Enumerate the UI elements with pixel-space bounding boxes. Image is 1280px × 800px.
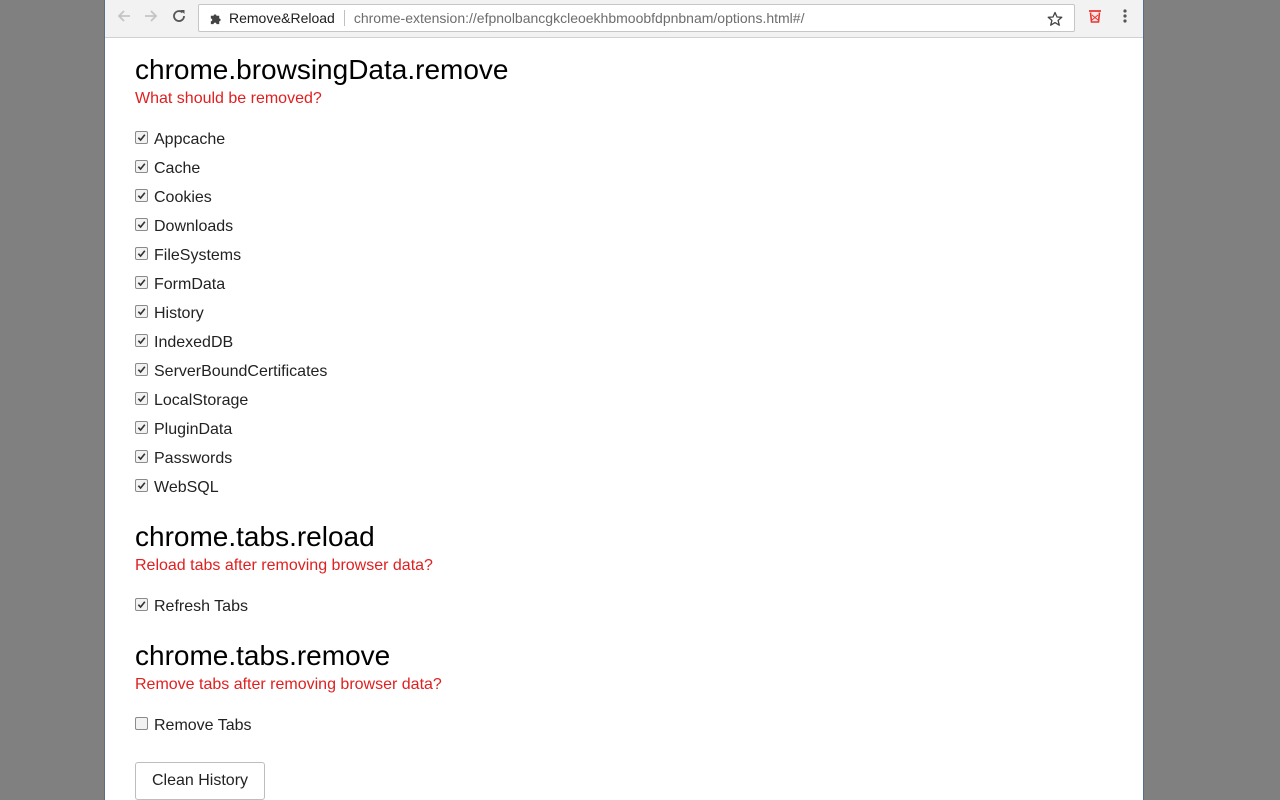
option-label: History <box>154 304 204 322</box>
browsing-data-option[interactable]: LocalStorage <box>135 386 327 415</box>
option-checkbox[interactable] <box>135 450 148 463</box>
option-label: FileSystems <box>154 246 242 264</box>
star-icon[interactable] <box>1046 10 1064 28</box>
option-label: Refresh Tabs <box>154 597 248 615</box>
refresh-tabs-checkbox[interactable] <box>135 598 148 611</box>
section-title: chrome.tabs.remove <box>135 640 391 671</box>
checkmark-icon <box>137 278 146 287</box>
section-subtitle: Remove tabs after removing browser data? <box>135 676 442 693</box>
browsing-data-option[interactable]: Appcache <box>135 125 327 154</box>
option-label: ServerBoundCertificates <box>154 362 328 380</box>
option-label: Appcache <box>154 130 226 148</box>
option-label: Downloads <box>154 217 234 235</box>
option-checkbox[interactable] <box>135 421 148 434</box>
browser-toolbar: Remove&Reload chrome-extension://efpnolb… <box>105 0 1143 38</box>
browsing-data-section: chrome.browsingData.remove What should b… <box>135 54 509 108</box>
browsing-data-option[interactable]: Passwords <box>135 444 327 473</box>
option-checkbox[interactable] <box>135 218 148 231</box>
section-subtitle: What should be removed? <box>135 90 322 107</box>
tabs-reload-section: chrome.tabs.reload Reload tabs after rem… <box>135 521 433 575</box>
checkmark-icon <box>137 600 146 609</box>
remove-tabs-option[interactable]: Remove Tabs <box>135 711 252 740</box>
option-checkbox[interactable] <box>135 392 148 405</box>
checkmark-icon <box>137 307 146 316</box>
checkmark-icon <box>137 336 146 345</box>
browsing-data-option[interactable]: FileSystems <box>135 241 327 270</box>
browsing-data-option[interactable]: Downloads <box>135 212 327 241</box>
checkmark-icon <box>137 220 146 229</box>
arrow-right-icon <box>143 8 159 29</box>
puzzle-piece-icon <box>207 10 223 26</box>
arrow-left-icon <box>116 8 132 29</box>
checkmark-icon <box>137 162 146 171</box>
browser-window: Remove&Reload chrome-extension://efpnolb… <box>104 0 1144 800</box>
option-checkbox[interactable] <box>135 247 148 260</box>
checkmark-icon <box>137 481 146 490</box>
option-label: FormData <box>154 275 226 293</box>
option-label: PluginData <box>154 420 233 438</box>
browsing-data-option[interactable]: PluginData <box>135 415 327 444</box>
browsing-data-option[interactable]: WebSQL <box>135 473 327 502</box>
option-checkbox[interactable] <box>135 131 148 144</box>
checkmark-icon <box>137 452 146 461</box>
option-label: WebSQL <box>154 478 219 496</box>
browsing-data-option[interactable]: ServerBoundCertificates <box>135 357 327 386</box>
extension-name: Remove&Reload <box>229 10 335 26</box>
option-checkbox[interactable] <box>135 479 148 492</box>
trash-bin-icon <box>1087 8 1103 29</box>
checkmark-icon <box>137 423 146 432</box>
section-subtitle: Reload tabs after removing browser data? <box>135 557 433 574</box>
option-checkbox[interactable] <box>135 189 148 202</box>
option-label: IndexedDB <box>154 333 234 351</box>
tabs-remove-section: chrome.tabs.remove Remove tabs after rem… <box>135 640 442 694</box>
option-checkbox[interactable] <box>135 305 148 318</box>
checkmark-icon <box>137 365 146 374</box>
checkmark-icon <box>137 394 146 403</box>
option-checkbox[interactable] <box>135 363 148 376</box>
browser-menu-button[interactable] <box>1116 7 1134 29</box>
browsing-data-option[interactable]: Cookies <box>135 183 327 212</box>
option-label: Remove Tabs <box>154 716 252 734</box>
reload-button[interactable] <box>168 7 190 29</box>
option-checkbox[interactable] <box>135 276 148 289</box>
option-checkbox[interactable] <box>135 160 148 173</box>
browsing-data-option[interactable]: Cache <box>135 154 327 183</box>
back-button[interactable] <box>113 7 135 29</box>
clean-history-button[interactable]: Clean History <box>135 762 265 800</box>
section-title: chrome.tabs.reload <box>135 521 375 552</box>
option-checkbox[interactable] <box>135 334 148 347</box>
browsing-data-option[interactable]: FormData <box>135 270 327 299</box>
url-text[interactable]: chrome-extension://efpnolbancgkcleoekhbm… <box>354 10 805 26</box>
checkmark-icon <box>137 133 146 142</box>
extension-action-button[interactable] <box>1084 7 1106 29</box>
checkmark-icon <box>137 191 146 200</box>
checkmark-icon <box>137 249 146 258</box>
refresh-tabs-option[interactable]: Refresh Tabs <box>135 592 248 621</box>
option-label: LocalStorage <box>154 391 249 409</box>
address-bar[interactable]: Remove&Reload chrome-extension://efpnolb… <box>198 4 1075 32</box>
forward-button[interactable] <box>140 7 162 29</box>
option-label: Passwords <box>154 449 233 467</box>
options-page: chrome.browsingData.remove What should b… <box>135 38 1143 800</box>
browsing-data-option[interactable]: History <box>135 299 327 328</box>
option-label: Cookies <box>154 188 212 206</box>
remove-tabs-checkbox[interactable] <box>135 717 148 730</box>
browsing-data-option[interactable]: IndexedDB <box>135 328 327 357</box>
section-title: chrome.browsingData.remove <box>135 54 509 85</box>
omnibox-divider <box>343 10 345 26</box>
browsing-data-options: Appcache Cache Cookies Downloads FileSystems… <box>135 125 327 502</box>
reload-icon <box>171 8 187 29</box>
kebab-menu-icon <box>1123 8 1127 29</box>
option-label: Cache <box>154 159 201 177</box>
